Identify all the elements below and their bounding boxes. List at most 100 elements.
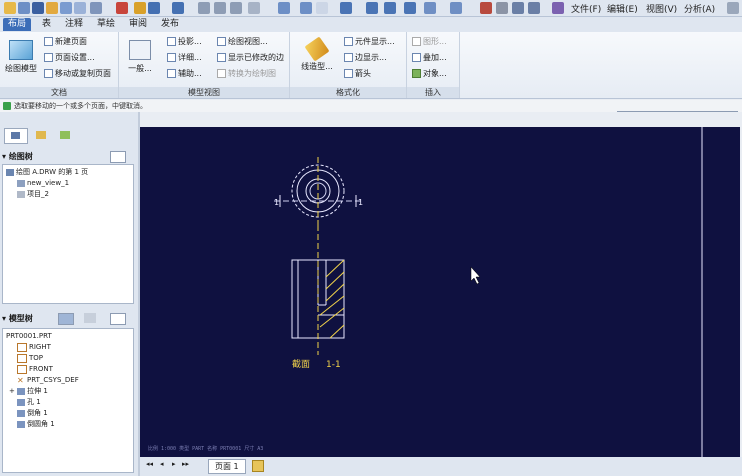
zoom-icon[interactable] xyxy=(404,2,416,14)
last-page-icon[interactable]: ▸▸ xyxy=(182,460,189,468)
close-icon[interactable] xyxy=(248,2,260,14)
tab-publish[interactable]: 发布 xyxy=(156,18,184,31)
zoom-fit-icon[interactable] xyxy=(424,2,436,14)
tree-item-sheet[interactable]: 绘图 A.DRW 的第 1 页 xyxy=(6,167,88,177)
save-icon[interactable] xyxy=(32,2,44,14)
tree-item-label: 孔 1 xyxy=(27,398,41,406)
folder-browser-tab[interactable] xyxy=(30,128,52,142)
sketch-icon[interactable] xyxy=(480,2,492,14)
redo-icon[interactable] xyxy=(172,2,184,14)
tree-item-datum-top[interactable]: TOP xyxy=(17,353,43,363)
tree-item-item[interactable]: 项目_2 xyxy=(17,189,49,199)
section-view xyxy=(291,225,345,355)
tab-table[interactable]: 表 xyxy=(37,18,56,31)
drawing-canvas[interactable]: 1 1 截面 1-1 比例 1:000 类型 PART 名称 PRT0001 尺… xyxy=(140,127,740,457)
refresh-icon[interactable] xyxy=(384,2,396,14)
drawing-tree-header[interactable]: ▾ 绘图树 xyxy=(2,150,132,163)
dimension-icon[interactable] xyxy=(512,2,524,14)
help-icon[interactable] xyxy=(552,2,564,14)
chart-button[interactable]: 图形... xyxy=(412,36,447,47)
projection-button[interactable]: 投影... xyxy=(167,36,202,47)
folder-icon[interactable] xyxy=(46,2,58,14)
more-icon[interactable] xyxy=(727,2,739,14)
show-modified-edges-button[interactable]: 显示已修改的边 xyxy=(217,52,284,63)
tab-layout[interactable]: 布局 xyxy=(3,18,32,31)
tab-sketch[interactable]: 草绘 xyxy=(92,18,120,31)
note-icon[interactable] xyxy=(528,2,540,14)
tree-tab[interactable] xyxy=(4,128,28,144)
drawing-view-button[interactable]: 绘图视图... xyxy=(217,36,268,47)
tree-item-hole[interactable]: 孔 1 xyxy=(17,397,41,407)
cut-icon[interactable] xyxy=(198,2,210,14)
new-page-button[interactable]: 新建页面 xyxy=(44,36,87,47)
layers-icon[interactable] xyxy=(278,2,290,14)
tree-item-label: RIGHT xyxy=(29,343,51,351)
tree-item-datum-right[interactable]: RIGHT xyxy=(17,342,51,352)
general-view-button[interactable]: 一般... xyxy=(125,40,155,74)
expand-icon[interactable]: + xyxy=(9,387,17,395)
detail-label: 详细... xyxy=(178,53,202,62)
datum-plane-icon xyxy=(17,353,27,363)
edge-display-icon xyxy=(344,53,353,62)
tree-item-view[interactable]: new_view_1 xyxy=(17,178,69,188)
delete-icon[interactable] xyxy=(116,2,128,14)
model-tree-header[interactable]: ▾ 模型树 xyxy=(2,312,132,325)
next-page-icon[interactable]: ▸ xyxy=(172,460,176,468)
detail-button[interactable]: 详细... xyxy=(167,52,202,63)
menu-file[interactable]: 文件(F) xyxy=(571,2,601,15)
undo-icon[interactable] xyxy=(148,2,160,14)
page-tab-1[interactable]: 页面 1 xyxy=(208,459,246,474)
prev-page-icon[interactable]: ◂ xyxy=(160,460,164,468)
tree-options-icon[interactable] xyxy=(110,151,126,163)
tree-item-part[interactable]: PRT0001.PRT xyxy=(6,331,52,341)
convert-to-draft-button[interactable]: 转换为绘制图 xyxy=(217,68,276,79)
graphics-toolbar xyxy=(140,112,742,127)
regenerate-icon[interactable] xyxy=(300,2,312,14)
line-style-button[interactable]: 线造型... xyxy=(300,36,334,72)
paste-icon[interactable] xyxy=(230,2,242,14)
tab-annotate[interactable]: 注释 xyxy=(60,18,88,31)
tree-item-extrude[interactable]: + 拉伸 1 xyxy=(9,386,48,396)
display-icon[interactable] xyxy=(366,2,378,14)
tree-item-csys[interactable]: ✕ PRT_CSYS_DEF xyxy=(17,375,79,385)
tree-columns-icon[interactable] xyxy=(110,313,126,325)
element-display-button[interactable]: 元件显示... xyxy=(344,36,395,47)
top-view xyxy=(274,157,362,225)
close-window-icon[interactable] xyxy=(74,2,86,14)
pen-icon[interactable] xyxy=(134,2,146,14)
model-views-group-label: 模型视图 xyxy=(119,87,289,98)
drawing-model-button[interactable]: 绘图模型 xyxy=(4,40,38,74)
tree-settings-icon[interactable] xyxy=(84,313,96,323)
tree-filter-icon[interactable] xyxy=(58,313,74,325)
auxiliary-button[interactable]: 辅助... xyxy=(167,68,202,79)
arrow-button[interactable]: 箭头 xyxy=(344,68,371,79)
edge-display-button[interactable]: 边显示... xyxy=(344,52,387,63)
tab-review[interactable]: 审阅 xyxy=(124,18,152,31)
copy-icon[interactable] xyxy=(214,2,226,14)
tree-item-chamfer[interactable]: 倒角 1 xyxy=(17,408,48,418)
auxiliary-label: 辅助... xyxy=(178,69,202,78)
favorites-tab[interactable] xyxy=(54,128,76,142)
settings-icon[interactable] xyxy=(90,2,102,14)
select-icon[interactable] xyxy=(316,2,328,14)
window-icon[interactable] xyxy=(60,2,72,14)
menu-analysis[interactable]: 分析(A) xyxy=(684,2,715,15)
add-page-icon[interactable] xyxy=(252,460,264,472)
page-setup-button[interactable]: 页面设置... xyxy=(44,52,95,63)
menu-edit[interactable]: 编辑(E) xyxy=(607,2,638,15)
drawing-view-icon xyxy=(217,37,226,46)
tree-item-round[interactable]: 倒圆角 1 xyxy=(17,419,55,429)
overlay-button[interactable]: 叠加... xyxy=(412,52,447,63)
open-icon[interactable] xyxy=(18,2,30,14)
view-icon[interactable] xyxy=(450,2,462,14)
tree-item-datum-front[interactable]: FRONT xyxy=(17,364,53,374)
first-page-icon[interactable]: ◂◂ xyxy=(146,460,153,468)
general-view-icon xyxy=(129,40,151,60)
tool-icon[interactable] xyxy=(496,2,508,14)
object-button[interactable]: 对象... xyxy=(412,68,447,79)
move-copy-page-button[interactable]: 移动或复制页面 xyxy=(44,68,111,79)
new-icon[interactable] xyxy=(4,2,16,14)
window-select-icon[interactable] xyxy=(340,2,352,14)
menu-view[interactable]: 视图(V) xyxy=(646,2,677,15)
tree-item-label: 项目_2 xyxy=(27,190,49,198)
